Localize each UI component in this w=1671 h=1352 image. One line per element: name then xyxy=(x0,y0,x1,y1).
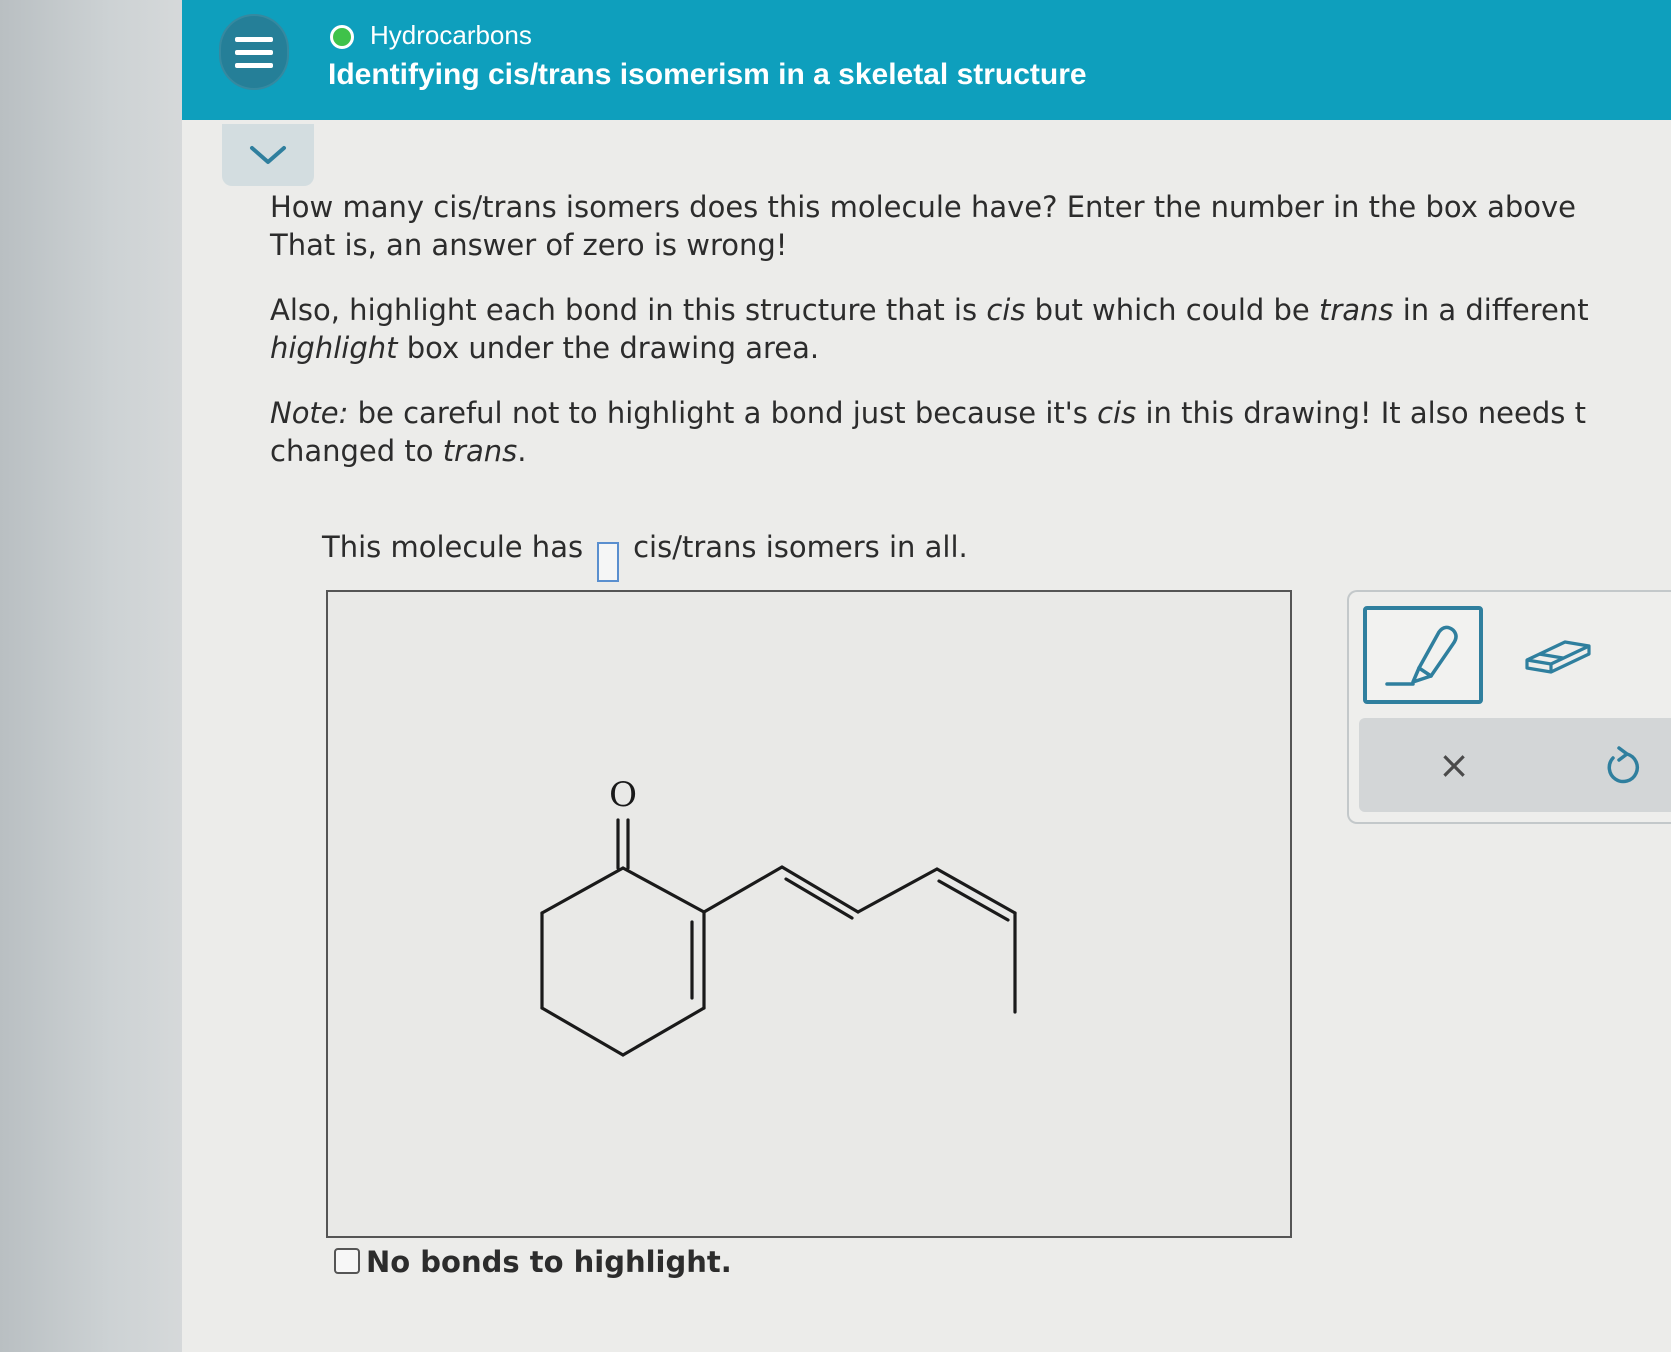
bond-chain-4 xyxy=(935,867,1017,915)
menu-button[interactable] xyxy=(219,14,289,90)
answer-prefix: This molecule has xyxy=(322,530,584,564)
bond-ring-1 xyxy=(621,866,706,914)
question-p1-line2: That is, an answer of zero is wrong! xyxy=(270,228,788,262)
bond-ring-4 xyxy=(540,1006,625,1057)
molecule-structure: O xyxy=(540,775,1017,1057)
question-p2-line2: highlight box under the drawing area. xyxy=(270,331,820,365)
bond-chain-2-inner xyxy=(784,877,854,920)
bond-chain-4-inner xyxy=(937,879,1010,922)
isomer-count-input[interactable] xyxy=(597,541,620,582)
question-p1-line1: How many cis/trans isomers does this mol… xyxy=(270,190,1577,224)
oxygen-label: O xyxy=(609,775,637,815)
bond-chain-1 xyxy=(702,865,784,914)
header: Hydrocarbons Identifying cis/trans isome… xyxy=(182,0,1671,120)
no-bonds-checkbox[interactable] xyxy=(334,1248,360,1274)
answer-sentence: This molecule has cis/trans isomers in al… xyxy=(322,530,968,582)
no-bonds-label: No bonds to highlight. xyxy=(366,1245,732,1279)
question-p3-line2: changed to trans. xyxy=(270,434,527,468)
undo-icon xyxy=(1607,746,1640,784)
eraser-icon xyxy=(1525,640,1591,674)
undo-button[interactable] xyxy=(1597,740,1647,790)
drawing-area[interactable]: O xyxy=(326,590,1292,1238)
topic-label: Hydrocarbons xyxy=(370,20,532,50)
collapse-tab[interactable] xyxy=(222,124,314,186)
bond-chain-2 xyxy=(780,865,860,914)
chevron-down-icon xyxy=(250,146,286,164)
tool-panel: × xyxy=(1347,590,1671,824)
bond-chain-3 xyxy=(856,867,939,914)
highlighter-icon xyxy=(1385,625,1458,686)
no-bonds-option[interactable]: No bonds to highlight. xyxy=(334,1245,732,1279)
topic-status-dot xyxy=(330,25,354,49)
page: Hydrocarbons Identifying cis/trans isome… xyxy=(182,0,1671,1352)
highlight-tool-button[interactable] xyxy=(1363,606,1483,704)
eraser-tool-button[interactable] xyxy=(1519,622,1599,682)
bond-ring-6 xyxy=(540,866,625,915)
question-p3-line1: Note: be careful not to highlight a bond… xyxy=(270,396,1586,430)
question-p2-line1: Also, highlight each bond in this struct… xyxy=(270,293,1589,327)
clear-button[interactable]: × xyxy=(1429,740,1479,790)
tool-action-bar: × xyxy=(1359,718,1671,812)
screen-bezel xyxy=(0,0,185,1352)
bond-ring-3 xyxy=(621,1006,706,1057)
answer-suffix: cis/trans isomers in all. xyxy=(633,530,968,564)
page-title: Identifying cis/trans isomerism in a ske… xyxy=(328,58,1087,91)
